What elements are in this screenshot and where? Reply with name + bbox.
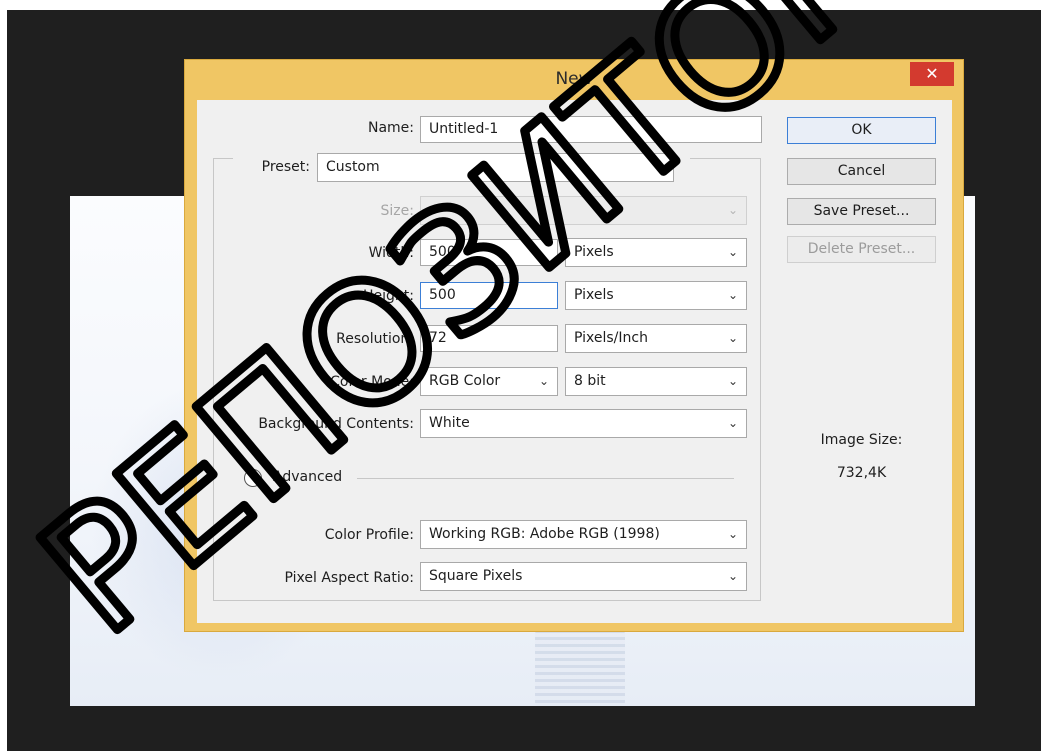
- preset-group-border-right: [760, 158, 761, 601]
- width-field[interactable]: 500: [420, 239, 558, 266]
- bit-depth-select[interactable]: 8 bit ⌄: [565, 367, 747, 396]
- preset-value: Custom: [326, 159, 380, 175]
- pixel-aspect-ratio-value: Square Pixels: [429, 568, 523, 584]
- background-contents-value: White: [429, 415, 470, 431]
- color-profile-select[interactable]: Working RGB: Adobe RGB (1998) ⌄: [420, 520, 747, 549]
- background-contents-label: Background Contents:: [258, 416, 414, 432]
- advanced-toggle-label[interactable]: Advanced: [273, 469, 342, 485]
- name-label: Name:: [367, 120, 414, 136]
- color-profile-value: Working RGB: Adobe RGB (1998): [429, 526, 660, 542]
- dialog-titlebar[interactable]: New ✕: [185, 60, 963, 100]
- color-mode-label: Color Mode:: [330, 374, 414, 390]
- pixel-aspect-ratio-select[interactable]: Square Pixels ⌄: [420, 562, 747, 591]
- dialog-title: New: [555, 69, 593, 89]
- delete-preset-button[interactable]: Delete Preset...: [787, 236, 936, 263]
- advanced-divider: [357, 478, 734, 479]
- resolution-label: Resolution:: [336, 331, 414, 347]
- color-profile-label: Color Profile:: [324, 527, 414, 543]
- save-preset-button[interactable]: Save Preset...: [787, 198, 936, 225]
- height-unit-select[interactable]: Pixels ⌄: [565, 281, 747, 310]
- height-unit-value: Pixels: [574, 287, 614, 303]
- height-field[interactable]: 500: [420, 282, 558, 309]
- chevron-down-icon: ⌄: [538, 374, 549, 388]
- canvas-image-bottle: [535, 630, 625, 706]
- chevron-down-icon: ⌄: [727, 245, 738, 259]
- ok-button[interactable]: OK: [787, 117, 936, 144]
- height-label: Height:: [363, 288, 414, 304]
- size-select[interactable]: ⌄: [420, 196, 747, 225]
- pixel-aspect-ratio-label: Pixel Aspect Ratio:: [284, 570, 415, 586]
- name-field[interactable]: Untitled-1: [420, 116, 762, 143]
- preset-group-border-top-left: [213, 158, 233, 159]
- top-strip: [0, 0, 1041, 10]
- preset-group-border-left: [213, 158, 214, 601]
- image-size-value: 732,4K: [836, 465, 887, 481]
- chevron-down-icon: ⌄: [727, 288, 738, 302]
- background-contents-select[interactable]: White ⌄: [420, 409, 747, 438]
- width-unit-value: Pixels: [574, 244, 614, 260]
- image-size-label: Image Size:: [820, 432, 903, 448]
- close-button[interactable]: ✕: [910, 62, 954, 86]
- chevron-down-icon: ⌄: [727, 527, 738, 541]
- color-mode-select[interactable]: RGB Color ⌄: [420, 367, 558, 396]
- close-icon: ✕: [925, 64, 939, 83]
- chevron-down-icon: ⌄: [727, 416, 738, 430]
- resolution-unit-select[interactable]: Pixels/Inch ⌄: [565, 324, 747, 353]
- chevron-down-icon: ⌄: [727, 331, 738, 345]
- preset-group-border-bottom: [213, 600, 761, 601]
- resolution-field[interactable]: 72: [420, 325, 558, 352]
- preset-label: Preset:: [261, 159, 310, 175]
- preset-select[interactable]: Custom ⌄: [317, 153, 674, 182]
- collapse-up-icon[interactable]: ˆ: [244, 469, 262, 487]
- chevron-down-icon: ⌄: [727, 374, 738, 388]
- width-label: Width:: [368, 245, 414, 261]
- size-label: Size:: [380, 203, 414, 219]
- width-unit-select[interactable]: Pixels ⌄: [565, 238, 747, 267]
- bit-depth-value: 8 bit: [574, 373, 606, 389]
- preset-group-border-top-right: [690, 158, 760, 159]
- resolution-unit-value: Pixels/Inch: [574, 330, 648, 346]
- chevron-down-icon: ⌄: [727, 203, 738, 217]
- cancel-button[interactable]: Cancel: [787, 158, 936, 185]
- chevron-down-icon: ⌄: [727, 569, 738, 583]
- chevron-down-icon: ⌄: [654, 160, 665, 174]
- color-mode-value: RGB Color: [429, 373, 501, 389]
